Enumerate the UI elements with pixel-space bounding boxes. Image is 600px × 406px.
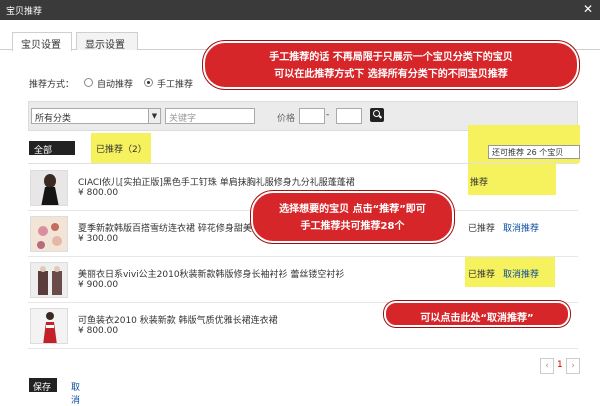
close-icon[interactable]: ✕ bbox=[583, 2, 593, 16]
remaining-recommend-count: 还可推荐 26 个宝贝 bbox=[488, 145, 580, 159]
recommend-button[interactable]: 推荐 bbox=[470, 175, 488, 188]
product-row: 美丽衣日系vivi公主2010秋装新款韩版修身长袖衬衫 蕾丝镂空衬衫 ¥ 900… bbox=[28, 258, 578, 303]
price-min-input[interactable] bbox=[299, 108, 325, 124]
chevron-down-icon: ▼ bbox=[148, 109, 160, 123]
keyword-input[interactable]: 关键字 bbox=[165, 108, 255, 124]
recommend-mode-label: 推荐方式： bbox=[29, 80, 75, 90]
product-price: ¥ 900.00 bbox=[78, 280, 119, 290]
cancel-recommend-button[interactable]: 取消推荐 bbox=[503, 267, 539, 280]
radio-manual-label[interactable]: 手工推荐 bbox=[157, 77, 193, 90]
dialog-title: 宝贝推荐 bbox=[6, 7, 43, 17]
dialog-titlebar: 宝贝推荐 ✕ bbox=[0, 0, 600, 20]
product-thumbnail bbox=[30, 170, 68, 206]
callout-line: 可以在此推荐方式下 选择所有分类下的不同宝贝推荐 bbox=[274, 69, 508, 80]
callout-manual-mode: 手工推荐的话 不再局限于只展示一个宝贝分类下的宝贝 可以在此推荐方式下 选择所有… bbox=[203, 41, 579, 89]
callout-cancel-recommend: 可以点击此处“取消推荐” bbox=[384, 301, 570, 327]
product-thumbnail bbox=[30, 216, 68, 252]
category-select[interactable]: 所有分类 ▼ bbox=[31, 108, 161, 124]
category-select-value: 所有分类 bbox=[35, 114, 72, 124]
product-price: ¥ 300.00 bbox=[78, 234, 119, 244]
price-max-input[interactable] bbox=[336, 108, 362, 124]
product-list: CIACI依儿[实拍正版]黑色手工钉珠 单肩抹胸礼服修身九分礼服蓬蓬裙 ¥ 80… bbox=[28, 163, 578, 349]
recommended-status: 已推荐 bbox=[468, 270, 496, 280]
product-title[interactable]: 美丽衣日系vivi公主2010秋装新款韩版修身长袖衬衫 蕾丝镂空衬衫 bbox=[78, 267, 438, 280]
callout-select-product: 选择想要的宝贝 点击“推荐”即可 手工推荐共可推荐28个 bbox=[251, 191, 454, 243]
radio-manual[interactable] bbox=[144, 78, 153, 87]
search-icon[interactable] bbox=[370, 108, 384, 122]
tab-display-settings[interactable]: 显示设置 bbox=[76, 32, 138, 51]
radio-auto[interactable] bbox=[84, 78, 93, 87]
filter-tab-recommended[interactable]: 已推荐（2） bbox=[91, 133, 151, 163]
price-label: 价格 bbox=[277, 114, 296, 124]
callout-line: 手工推荐共可推荐28个 bbox=[300, 221, 405, 232]
recommend-dialog: 宝贝推荐 ✕ 宝贝设置 显示设置 推荐方式： 自动推荐 手工推荐 所有分类 ▼ … bbox=[0, 0, 600, 406]
callout-line: 选择想要的宝贝 点击“推荐”即可 bbox=[279, 204, 426, 215]
product-title[interactable]: CIACI依儿[实拍正版]黑色手工钉珠 单肩抹胸礼服修身九分礼服蓬蓬裙 bbox=[78, 175, 438, 188]
filter-tab-all[interactable]: 全部（4） bbox=[29, 141, 75, 169]
tab-product-settings[interactable]: 宝贝设置 bbox=[12, 32, 72, 51]
callout-line: 手工推荐的话 不再局限于只展示一个宝贝分类下的宝贝 bbox=[269, 52, 513, 63]
product-price: ¥ 800.00 bbox=[78, 326, 119, 336]
product-thumbnail bbox=[30, 308, 68, 344]
recommended-status: 已推荐 bbox=[468, 224, 496, 234]
cancel-button[interactable]: 取消 bbox=[71, 380, 80, 406]
cancel-recommend-button[interactable]: 取消推荐 bbox=[503, 221, 539, 234]
next-page-button[interactable]: › bbox=[566, 358, 580, 374]
product-thumbnail bbox=[30, 262, 68, 298]
current-page: 1 bbox=[557, 360, 563, 370]
radio-auto-label[interactable]: 自动推荐 bbox=[97, 77, 133, 90]
price-separator: - bbox=[326, 110, 330, 120]
product-price: ¥ 800.00 bbox=[78, 188, 119, 198]
prev-page-button[interactable]: ‹ bbox=[540, 358, 554, 374]
save-button[interactable]: 保存 bbox=[29, 378, 57, 393]
